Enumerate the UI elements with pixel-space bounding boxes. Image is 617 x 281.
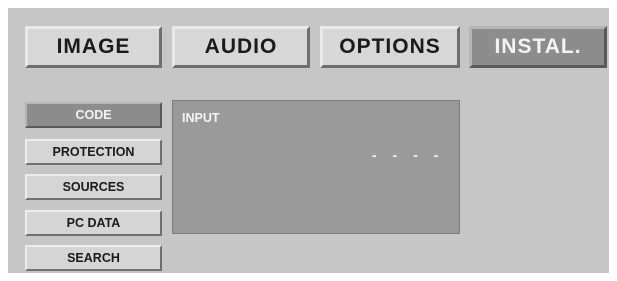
sidebar-item-code[interactable]: CODE: [25, 102, 162, 128]
osd-menu-panel: IMAGE AUDIO OPTIONS INSTAL. CODE PROTECT…: [8, 8, 609, 273]
sidebar-item-search[interactable]: SEARCH: [25, 245, 162, 271]
tab-options[interactable]: OPTIONS: [320, 26, 460, 68]
sidebar-item-protection[interactable]: PROTECTION: [25, 139, 162, 165]
input-label: INPUT: [182, 111, 220, 125]
code-input-field[interactable]: - - - -: [372, 147, 444, 163]
sidebar-item-pc-data[interactable]: PC DATA: [25, 210, 162, 236]
code-input-area: INPUT - - - -: [172, 100, 460, 234]
tab-audio[interactable]: AUDIO: [172, 26, 310, 68]
sidebar-item-sources[interactable]: SOURCES: [25, 174, 162, 200]
tab-instal[interactable]: INSTAL.: [469, 26, 607, 68]
tab-image[interactable]: IMAGE: [25, 26, 162, 68]
